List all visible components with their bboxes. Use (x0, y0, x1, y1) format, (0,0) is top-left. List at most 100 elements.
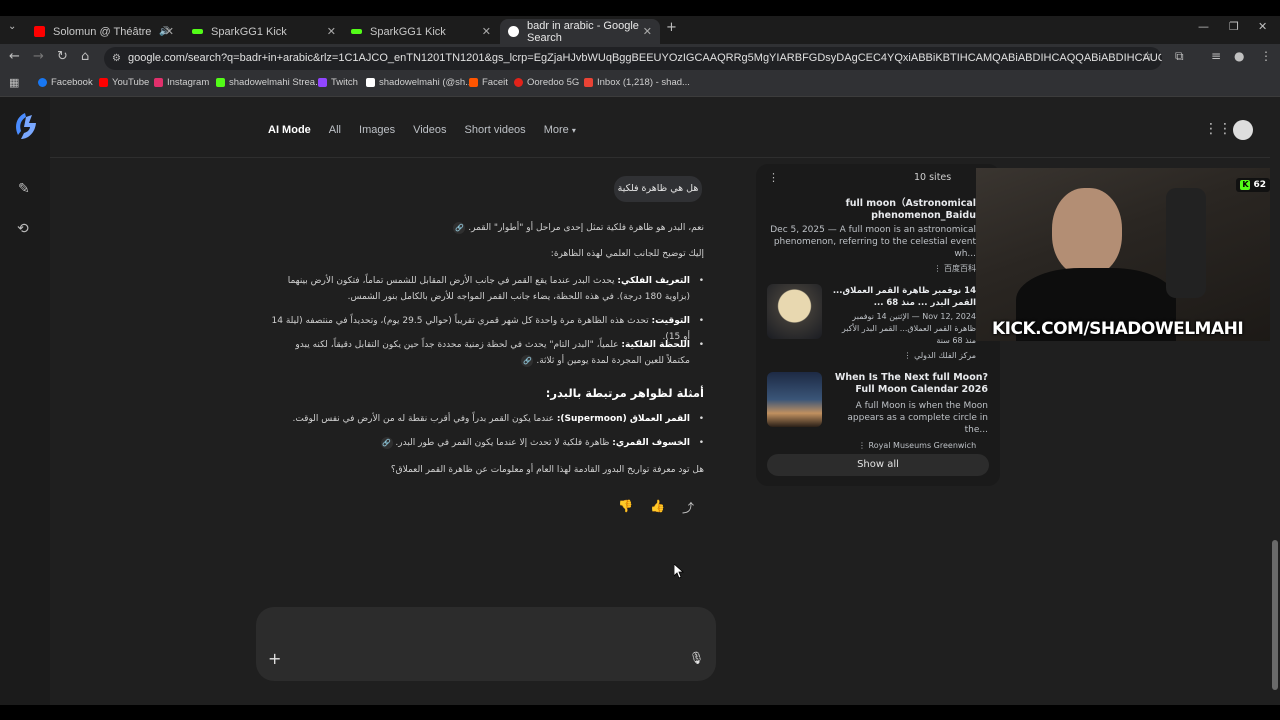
minimize-icon[interactable]: — (1198, 20, 1209, 33)
side-rail: ✎ ⟲ (0, 97, 50, 705)
source-card[interactable]: 14 نوفمبر ظاهرة القمر العملاق... القمر ا… (830, 285, 976, 362)
link-chip-icon[interactable]: 🔗 (521, 354, 534, 367)
source-title: When Is The Next full Moon? Full Moon Ca… (834, 372, 988, 395)
twitch-icon (318, 78, 327, 87)
bookmark-youtube[interactable]: YouTube (99, 77, 149, 88)
source-site: ⋮ Royal Museums Greenwich (830, 440, 988, 452)
youtube-icon (34, 26, 45, 37)
close-tab-icon[interactable]: ✕ (482, 25, 491, 38)
more-options-icon[interactable]: ⋮ (904, 351, 912, 360)
bookmark-label: Ooredoo 5G (527, 77, 580, 88)
bookmark-label: Facebook (51, 77, 93, 88)
more-options-icon[interactable]: ⋮ (933, 264, 941, 273)
new-chat-icon[interactable]: ✎ (18, 181, 30, 197)
bookmark-gmail[interactable]: Inbox (1,218) - shad... (584, 77, 690, 88)
kick-icon (192, 29, 203, 34)
share-icon[interactable]: ⤴ (682, 499, 694, 516)
bookmarks-bar: ▦ Facebook YouTube Instagram shadowelmah… (0, 72, 1280, 97)
more-label: More (543, 124, 569, 136)
faceit-icon (469, 78, 478, 87)
tab-images[interactable]: Images (359, 124, 395, 136)
tab-google[interactable]: badr in arabic - Google Search ✕ (500, 19, 660, 44)
tiktok-icon (366, 78, 375, 87)
header-divider (50, 157, 1272, 158)
close-tab-icon[interactable]: ✕ (643, 25, 652, 38)
google-icon (508, 26, 519, 37)
add-attachment-icon[interactable]: + (268, 649, 281, 668)
show-all-button[interactable]: Show all (767, 454, 989, 476)
scrollbar-thumb[interactable] (1272, 540, 1278, 690)
gmail-icon (584, 78, 593, 87)
tab-videos[interactable]: Videos (413, 124, 446, 136)
source-snippet: Nov 12, 2024 — الإثنين 14 نوفمبر ظاهرة ا… (841, 312, 976, 345)
address-bar[interactable]: ⚙ google.com/search?q=badr+in+arabic&rlz… (104, 47, 1162, 70)
back-icon[interactable]: ← (9, 49, 20, 64)
bookmark-facebook[interactable]: Facebook (38, 77, 93, 88)
source-card[interactable]: When Is The Next full Moon? Full Moon Ca… (830, 372, 988, 452)
more-options-icon[interactable]: ⋮ (858, 441, 866, 450)
tab-kick-2[interactable]: SparkGG1 Kick ✕ (343, 19, 499, 44)
kick-icon (351, 29, 362, 34)
tab-all[interactable]: All (329, 124, 341, 136)
stream-url-overlay: KICK.COM/SHADOWELMAHI (992, 319, 1244, 339)
bookmark-label: YouTube (112, 77, 150, 88)
microphone-icon[interactable]: 🎙 (689, 651, 704, 665)
sources-menu-icon[interactable]: ⋮ (768, 171, 779, 184)
tab-kick-1[interactable]: SparkGG1 Kick ✕ (184, 19, 344, 44)
bullet-label: اللحظة الفلكية: (621, 340, 690, 350)
close-tab-icon[interactable]: ✕ (165, 25, 174, 38)
bookmark-label: Faceit (482, 77, 508, 88)
bookmark-ooredoo[interactable]: Ooredoo 5G (514, 77, 579, 88)
bookmark-label: Twitch (331, 77, 358, 88)
moon-thumbnail[interactable] (767, 284, 822, 339)
tab-search-icon[interactable]: ⌄ (8, 21, 16, 32)
viewer-badge: K 62 (1236, 178, 1270, 192)
avatar[interactable] (1233, 120, 1253, 140)
bookmark-star-icon[interactable]: ☆ (1142, 49, 1153, 63)
bookmark-tiktok[interactable]: shadowelmahi (@sh... (366, 77, 473, 88)
reload-icon[interactable]: ↻ (57, 49, 68, 64)
bookmark-twitch[interactable]: Twitch (318, 77, 358, 88)
tab-short-videos[interactable]: Short videos (465, 124, 526, 136)
new-tab-icon[interactable]: + (666, 20, 677, 35)
tab-more[interactable]: More ▾ (544, 124, 576, 136)
tab-strip: ⌄ Solomun @ Théâtre Antiqu 🔊 ✕ SparkGG1 … (0, 16, 1280, 44)
bookmark-instagram[interactable]: Instagram (154, 77, 209, 88)
site-info-icon[interactable]: ⚙ (112, 47, 121, 70)
answer-lead: إليك توضيح للجانب العلمي لهذه الظاهرة: (550, 249, 704, 259)
tab-youtube[interactable]: Solomun @ Théâtre Antiqu 🔊 ✕ (26, 19, 182, 44)
bookmark-kick[interactable]: shadowelmahi Strea... (216, 77, 323, 88)
source-card[interactable]: full moon（Astronomical phenomenon_Baidu … (766, 198, 976, 275)
profile-icon[interactable]: ● (1234, 49, 1244, 63)
thumbs-down-icon[interactable]: 👎 (618, 499, 633, 513)
close-window-icon[interactable]: ✕ (1258, 20, 1267, 33)
list-item: الخسوف القمري: ظاهرة فلكية لا تحدث إلا ع… (270, 435, 704, 451)
link-chip-icon[interactable]: 🔗 (380, 436, 393, 449)
bullet-label: التعريف الفلكي: (617, 276, 690, 286)
answer-intro: نعم، البدر هو ظاهرة فلكية تمثل إحدى مراح… (270, 220, 704, 236)
link-chip-icon[interactable]: 🔗 (453, 221, 466, 234)
menu-icon[interactable]: ⋮ (1260, 49, 1272, 63)
toolbar: ← → ↻ ⌂ ⚙ google.com/search?q=badr+in+ar… (0, 44, 1280, 72)
extensions-icon[interactable]: ⧉ (1175, 49, 1184, 64)
apps-grid-icon[interactable]: ▦ (9, 76, 19, 89)
thumbs-up-icon[interactable]: 👍 (650, 499, 665, 513)
home-icon[interactable]: ⌂ (81, 49, 89, 64)
tab-label: badr in arabic - Google Search (527, 19, 639, 44)
tab-ai-mode[interactable]: AI Mode (268, 124, 311, 136)
restore-icon[interactable]: ❐ (1229, 20, 1239, 33)
sky-thumbnail[interactable] (767, 372, 822, 427)
source-site-name: مركز الفلك الدولي (914, 351, 976, 360)
media-icon[interactable]: ≡ (1211, 49, 1221, 63)
followup-question: هل تود معرفة تواريخ البدور القادمة لهذا … (390, 465, 704, 475)
tab-label: SparkGG1 Kick (211, 25, 287, 38)
google-apps-icon[interactable]: ⋮⋮ (1204, 121, 1232, 137)
kick-icon: K (1240, 180, 1251, 190)
history-icon[interactable]: ⟲ (17, 221, 29, 237)
close-tab-icon[interactable]: ✕ (327, 25, 336, 38)
forward-icon[interactable]: → (33, 49, 44, 64)
google-logo-icon[interactable] (12, 111, 38, 143)
tab-label: SparkGG1 Kick (370, 25, 446, 38)
ask-input[interactable]: + 🎙 (256, 607, 716, 681)
bookmark-faceit[interactable]: Faceit (469, 77, 508, 88)
